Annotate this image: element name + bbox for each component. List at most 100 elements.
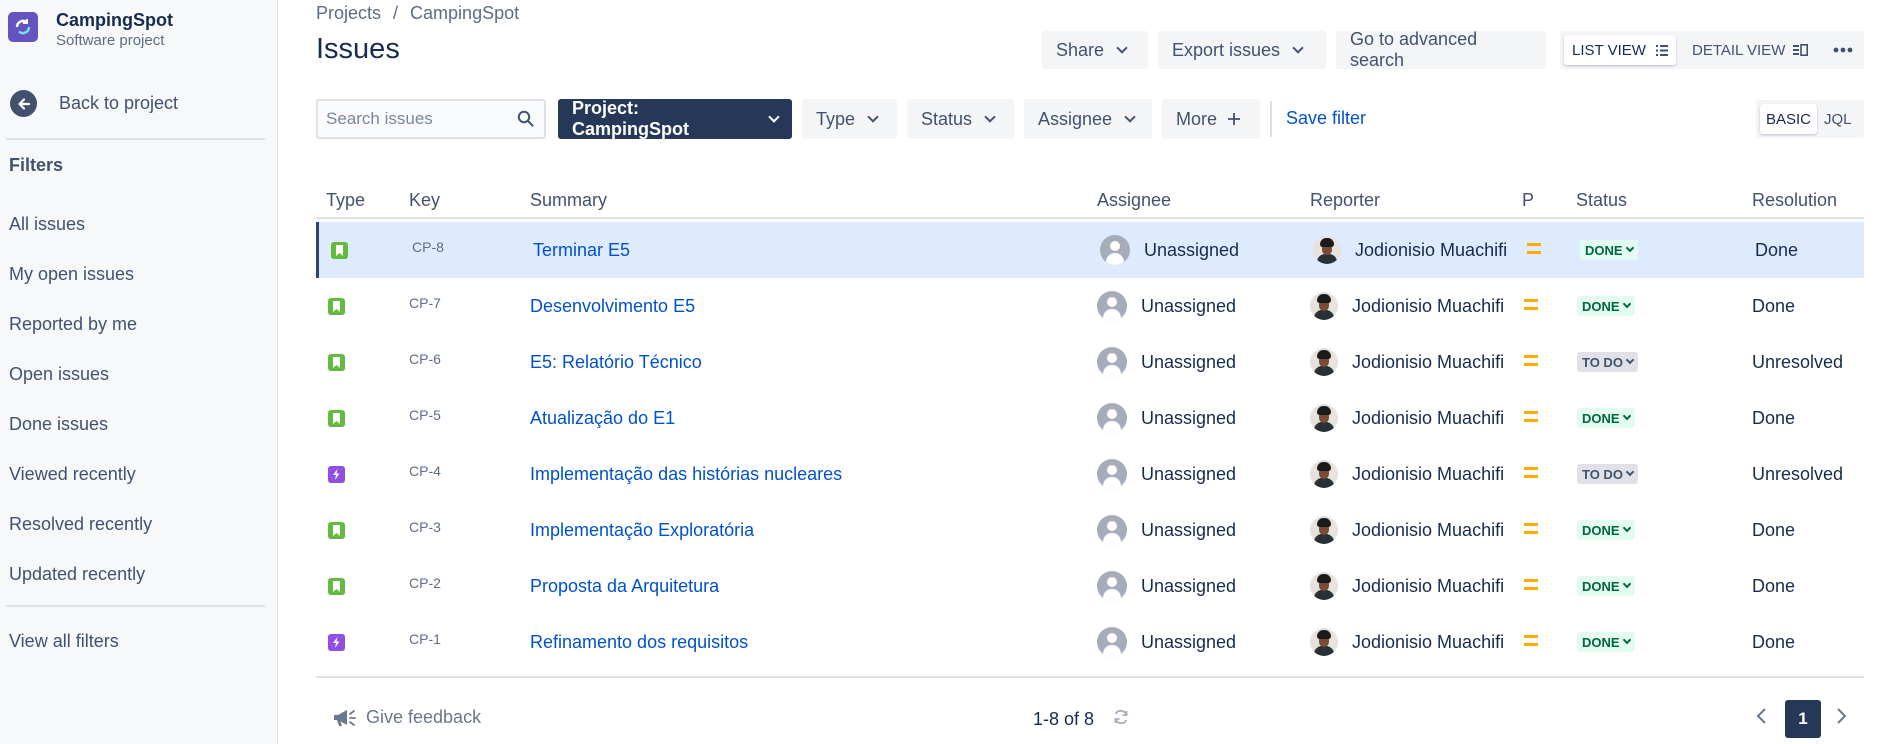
sidebar-item-updated-recently[interactable]: Updated recently (9, 564, 145, 585)
column-header-summary[interactable]: Summary (530, 190, 607, 211)
sidebar-item-done-issues[interactable]: Done issues (9, 414, 108, 435)
column-header-resolution[interactable]: Resolution (1752, 190, 1837, 211)
chevron-down-icon (1292, 41, 1304, 54)
plus-icon (1228, 113, 1241, 125)
column-header-priority[interactable]: P (1522, 190, 1534, 211)
status-badge[interactable]: DONE (1580, 240, 1638, 260)
project-filter-button[interactable]: Project: CampingSpot (558, 98, 792, 139)
issue-key[interactable]: CP-8 (412, 239, 444, 255)
column-header-key[interactable]: Key (409, 190, 440, 211)
priority-cell (1524, 390, 1538, 446)
issue-key-cell: CP-1 (409, 614, 441, 670)
reporter-name[interactable]: Jodionisio Muachifi (1352, 408, 1504, 429)
sidebar-item-open-issues[interactable]: Open issues (9, 364, 109, 385)
more-actions-button[interactable] (1822, 31, 1864, 69)
reporter-name[interactable]: Jodionisio Muachifi (1352, 576, 1504, 597)
chevron-left-icon[interactable] (1755, 706, 1769, 726)
table-row[interactable]: CP-4 Implementação das histórias nucleare… (316, 446, 1864, 502)
unassigned-avatar-icon (1097, 459, 1127, 489)
column-header-reporter[interactable]: Reporter (1310, 190, 1380, 211)
status-badge[interactable]: DONE (1577, 408, 1635, 428)
sidebar-item-reported-by-me[interactable]: Reported by me (9, 314, 137, 335)
status-badge[interactable]: DONE (1577, 576, 1635, 596)
chevron-right-icon[interactable] (1834, 706, 1848, 726)
basic-mode-button[interactable]: BASIC (1760, 104, 1818, 134)
issue-summary-link[interactable]: E5: Relatório Técnico (530, 352, 702, 373)
status-filter-button[interactable]: Status (907, 99, 1014, 139)
issue-summary-link[interactable]: Implementação Exploratória (530, 520, 754, 541)
priority-cell (1524, 614, 1538, 670)
project-header[interactable]: CampingSpot Software project (8, 10, 173, 52)
issue-key-cell: CP-6 (409, 334, 441, 390)
column-header-type[interactable]: Type (326, 190, 365, 211)
breadcrumb-campingspot[interactable]: CampingSpot (410, 3, 519, 23)
issue-summary-link[interactable]: Desenvolvimento E5 (530, 296, 695, 317)
view-all-filters-link[interactable]: View all filters (9, 631, 119, 652)
type-filter-button[interactable]: Type (802, 99, 897, 139)
search-icon[interactable] (517, 110, 534, 127)
reporter-name[interactable]: Jodionisio Muachifi (1352, 296, 1504, 317)
status-badge[interactable]: DONE (1577, 632, 1635, 652)
table-row[interactable]: CP-7 Desenvolvimento E5 Unassigned Jodionis… (316, 278, 1864, 334)
unassigned-avatar-icon (1097, 515, 1127, 545)
reporter-name[interactable]: Jodionisio Muachifi (1352, 520, 1504, 541)
sidebar-item-my-open-issues[interactable]: My open issues (9, 264, 134, 285)
detail-view-button[interactable]: DETAIL VIEW (1684, 35, 1816, 65)
assignee-filter-button[interactable]: Assignee (1024, 99, 1152, 139)
sidebar-item-all-issues[interactable]: All issues (9, 214, 85, 235)
issue-key[interactable]: CP-6 (409, 351, 441, 367)
sidebar-item-resolved-recently[interactable]: Resolved recently (9, 514, 152, 535)
save-filter-link[interactable]: Save filter (1286, 108, 1366, 129)
list-view-button[interactable]: LIST VIEW (1564, 35, 1676, 65)
story-icon (328, 521, 345, 539)
priority-cell (1524, 278, 1538, 334)
share-button[interactable]: Share (1042, 31, 1148, 69)
export-issues-button[interactable]: Export issues (1158, 31, 1326, 69)
reporter-name[interactable]: Jodionisio Muachifi (1352, 352, 1504, 373)
table-row[interactable]: CP-5 Atualização do E1 Unassigned Jodionisi… (316, 390, 1864, 446)
reporter-name[interactable]: Jodionisio Muachifi (1352, 632, 1504, 653)
table-row[interactable]: CP-3 Implementação Exploratória Unassigned… (316, 502, 1864, 558)
issue-key-cell: CP-4 (409, 446, 441, 502)
table-row[interactable]: CP-8 Terminar E5 Unassigned Jodionisio Muac… (316, 222, 1864, 278)
give-feedback-button[interactable]: Give feedback (332, 706, 481, 728)
jql-mode-button[interactable]: JQL (1818, 104, 1858, 134)
issue-summary-link[interactable]: Proposta da Arquitetura (530, 576, 719, 597)
issue-key[interactable]: CP-2 (409, 575, 441, 591)
status-badge[interactable]: TO DO (1577, 352, 1638, 372)
issue-key[interactable]: CP-1 (409, 631, 441, 647)
resolution-value: Done (1752, 295, 1796, 316)
chevron-down-icon (867, 110, 879, 123)
column-header-status[interactable]: Status (1576, 190, 1627, 211)
breadcrumb-projects[interactable]: Projects (316, 3, 381, 23)
issue-key[interactable]: CP-4 (409, 463, 441, 479)
detail-view-label: DETAIL VIEW (1692, 41, 1786, 59)
advanced-search-button[interactable]: Go to advanced search (1336, 29, 1546, 70)
issue-summary-link[interactable]: Terminar E5 (533, 240, 630, 261)
table-row[interactable]: CP-6 E5: Relatório Técnico Unassigned Jodio… (316, 334, 1864, 390)
issue-key[interactable]: CP-7 (409, 295, 441, 311)
sidebar-item-viewed-recently[interactable]: Viewed recently (9, 464, 136, 485)
chevron-down-icon (1116, 41, 1128, 54)
status-badge[interactable]: DONE (1577, 296, 1635, 316)
reporter-name[interactable]: Jodionisio Muachifi (1352, 464, 1504, 485)
status-badge[interactable]: DONE (1577, 520, 1635, 540)
issue-key[interactable]: CP-3 (409, 519, 441, 535)
more-filters-button[interactable]: More (1162, 99, 1260, 139)
table-row[interactable]: CP-1 Refinamento dos requisitos Unassigned… (316, 614, 1864, 670)
status-badge[interactable]: TO DO (1577, 464, 1638, 484)
refresh-icon[interactable] (1112, 708, 1130, 726)
issue-summary-link[interactable]: Refinamento dos requisitos (530, 632, 748, 653)
reporter-name[interactable]: Jodionisio Muachifi (1355, 240, 1507, 261)
column-header-assignee[interactable]: Assignee (1097, 190, 1171, 211)
back-to-project-link[interactable]: Back to project (10, 90, 178, 117)
issue-summary-link[interactable]: Implementação das histórias nucleares (530, 464, 842, 485)
issue-key[interactable]: CP-5 (409, 407, 441, 423)
sidebar-divider (6, 605, 265, 607)
priority-cell (1524, 558, 1538, 614)
issue-summary-cell: Atualização do E1 (530, 390, 675, 446)
issue-summary-link[interactable]: Atualização do E1 (530, 408, 675, 429)
page-1-button[interactable]: 1 (1785, 700, 1821, 738)
table-row[interactable]: CP-2 Proposta da Arquitetura Unassigned Jod… (316, 558, 1864, 614)
search-input[interactable] (326, 108, 506, 130)
